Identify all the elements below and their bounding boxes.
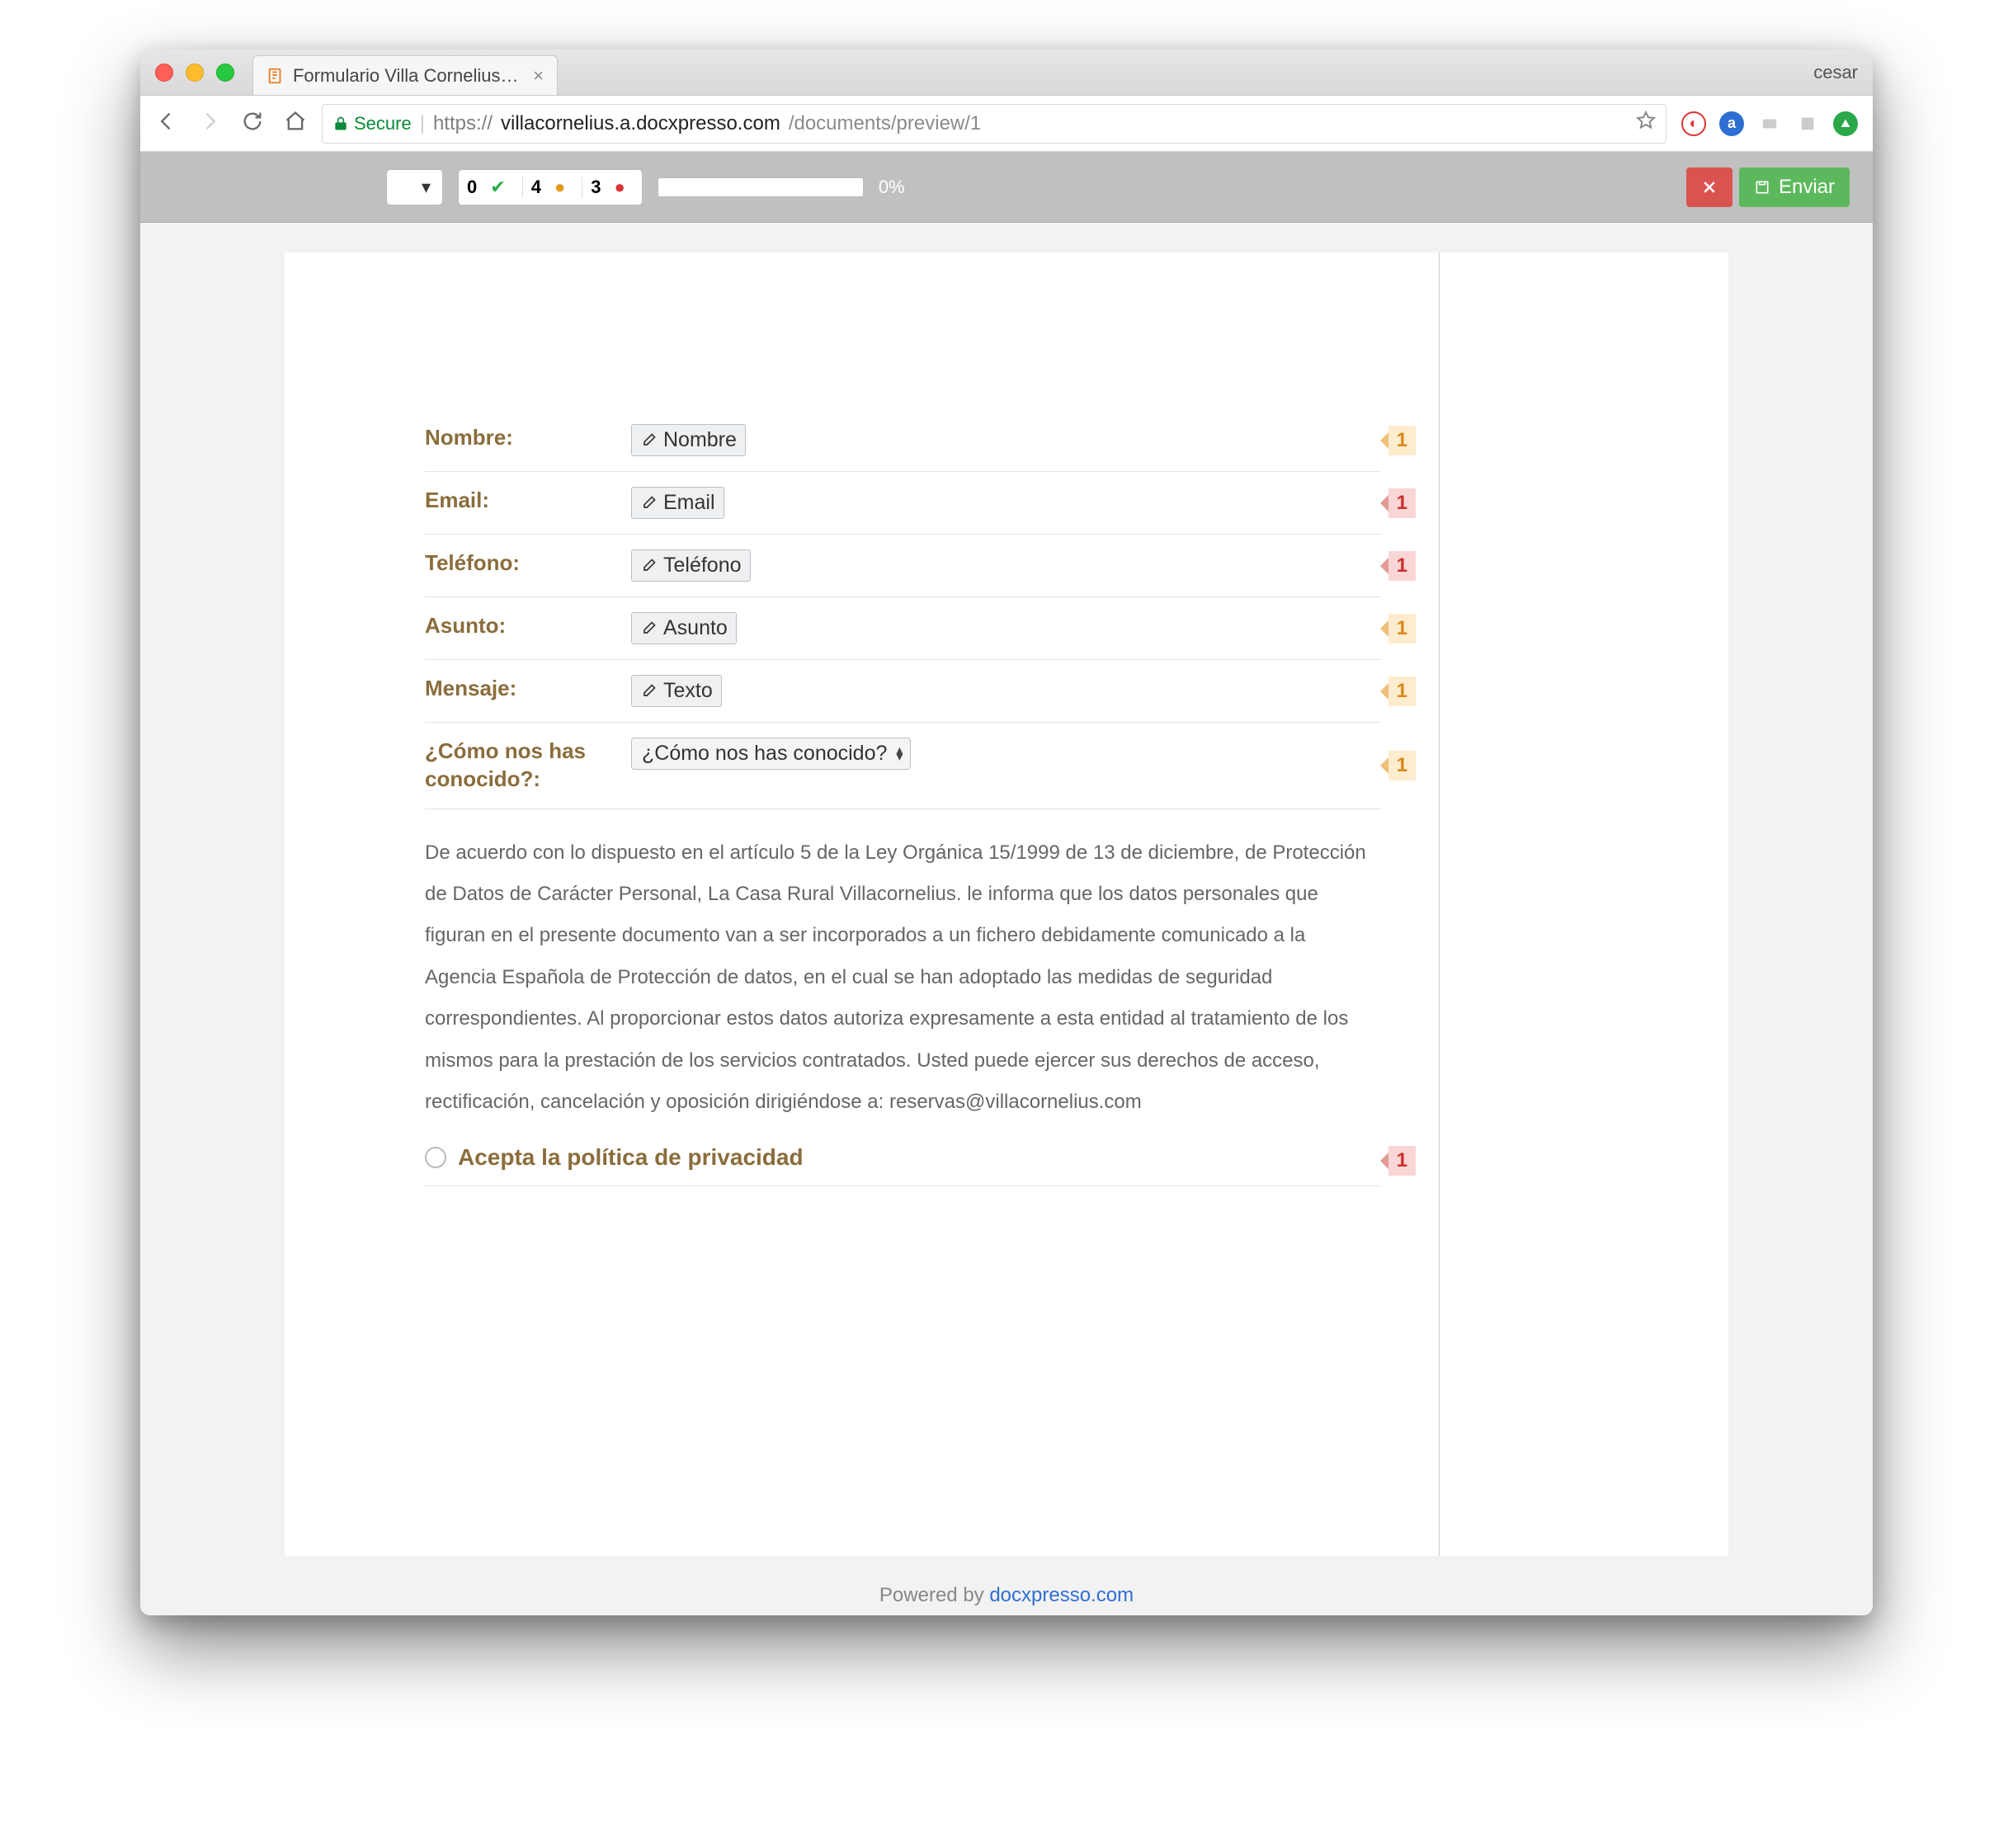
form-row: Teléfono:Teléfono1 [425,535,1381,597]
form-row: Email:Email1 [425,472,1381,535]
send-label: Enviar [1779,176,1835,199]
mac-titlebar: Formulario Villa Cornelius - Ge × cesar [140,50,1873,96]
validation-marker: 1 [1380,614,1416,644]
select-input[interactable]: ¿Cómo nos has conocido? ▴▾ [631,738,911,770]
footer-link[interactable]: docxpresso.com [989,1584,1134,1606]
form-row: Asunto:Asunto1 [425,597,1381,660]
page-margin [1440,252,1728,1556]
check-icon: ✔ [482,177,513,198]
field-label: Teléfono: [425,549,598,578]
window-minimize-button[interactable] [186,64,204,82]
window-close-button[interactable] [155,64,173,82]
app-toolbar: ▾ 0✔ 4● 3● 0% Enviar [140,152,1873,223]
nav-buttons [155,110,307,137]
home-button[interactable] [284,110,307,137]
back-button[interactable] [155,110,178,137]
field-placeholder: Nombre [663,428,737,452]
field-placeholder: Asunto [663,616,728,640]
form-row: Nombre:Nombre1 [425,409,1381,472]
url-domain: villacornelius.a.docxpresso.com [501,112,780,135]
extension-icon[interactable] [1757,111,1782,136]
marker-count: 1 [1388,488,1416,518]
validation-marker: 1 [1380,1146,1416,1176]
field-input[interactable]: Texto [631,675,722,707]
secure-label: Secure [354,113,412,134]
browser-window: Formulario Villa Cornelius - Ge × cesar … [140,50,1873,1615]
site-favicon-icon [266,66,285,86]
field-placeholder: Email [663,491,715,515]
extension-icon[interactable] [1795,111,1820,136]
select-arrows-icon: ▴▾ [896,747,903,761]
field-input[interactable]: Asunto [631,612,737,644]
accept-label: Acepta la política de privacidad [458,1144,804,1171]
browser-tab[interactable]: Formulario Villa Cornelius - Ge × [252,55,558,95]
warning-icon: ● [546,177,573,198]
legal-text: De acuerdo con lo dispuesto en el artícu… [425,809,1381,1137]
address-bar[interactable]: Secure | https://villacornelius.a.docxpr… [322,104,1666,144]
marker-count: 1 [1388,551,1416,581]
stat-ok-count: 0 [467,177,477,198]
field-placeholder: Teléfono [663,554,742,578]
document-canvas: Nombre: Nombre 1 Email: Email 1 Teléfono: Teléf… [140,223,1873,1615]
extensions: ◐ a [1681,111,1858,136]
marker-count: 1 [1388,751,1416,780]
bookmark-star-icon[interactable] [1636,111,1656,136]
field-placeholder: Texto [663,679,713,703]
window-zoom-button[interactable] [216,64,234,82]
profile-name[interactable]: cesar [1813,50,1858,95]
validation-marker: 1 [1380,551,1416,581]
progress-percent: 0% [879,177,905,198]
field-input[interactable]: Email [631,487,724,519]
marker-count: 1 [1388,614,1416,644]
tab-title: Formulario Villa Cornelius - Ge [293,65,520,87]
send-button[interactable]: Enviar [1739,167,1850,207]
validation-marker: 1 [1380,488,1416,518]
progress-bar [658,177,864,197]
accept-row: Acepta la política de privacidad 1 [425,1136,1381,1186]
browser-toolbar: Secure | https://villacornelius.a.docxpr… [140,96,1873,152]
stat-warn-count: 4 [531,177,541,198]
stat-err-count: 3 [591,177,601,198]
reload-button[interactable] [241,110,264,137]
validation-marker: 1 [1380,751,1416,780]
forward-button[interactable] [198,110,221,137]
page-content: Nombre: Nombre 1 Email: Email 1 Teléfono: Teléf… [285,252,1440,1556]
validation-marker: 1 [1380,676,1416,706]
url-scheme: https:// [433,112,493,135]
caret-down-icon: ▾ [422,177,431,198]
cancel-button[interactable] [1686,167,1732,207]
validation-stats: 0✔ 4● 3● [458,169,643,205]
validation-marker: 1 [1380,426,1416,455]
error-icon: ● [606,177,634,198]
extension-icon[interactable]: a [1719,111,1744,136]
secure-indicator: Secure [332,113,412,134]
marker-count: 1 [1388,676,1416,706]
document-page: Nombre: Nombre 1 Email: Email 1 Teléfono: Teléf… [285,252,1728,1556]
marker-count: 1 [1388,426,1416,455]
form-row: ¿Cómo nos has conocido?: ¿Cómo nos has co… [425,723,1381,809]
window-controls [155,64,234,82]
field-input[interactable]: Nombre [631,424,746,456]
field-label: Nombre: [425,424,598,452]
form-row: Mensaje:Texto1 [425,660,1381,723]
footer: Powered by docxpresso.com [140,1556,1873,1615]
select-value: ¿Cómo nos has conocido? [642,742,887,765]
extension-icon[interactable] [1833,111,1858,136]
url-path: /documents/preview/1 [789,112,981,135]
accept-radio[interactable] [425,1147,446,1168]
download-button[interactable]: ▾ [386,169,443,205]
field-label: Mensaje: [425,675,598,703]
field-label: Asunto: [425,612,598,640]
tab-close-button[interactable]: × [533,65,544,87]
footer-prefix: Powered by [879,1584,989,1606]
extension-icon[interactable]: ◐ [1681,111,1706,136]
field-label: Email: [425,487,598,515]
field-input[interactable]: Teléfono [631,549,751,582]
marker-count: 1 [1388,1146,1416,1176]
field-label: ¿Cómo nos has conocido?: [425,738,598,794]
